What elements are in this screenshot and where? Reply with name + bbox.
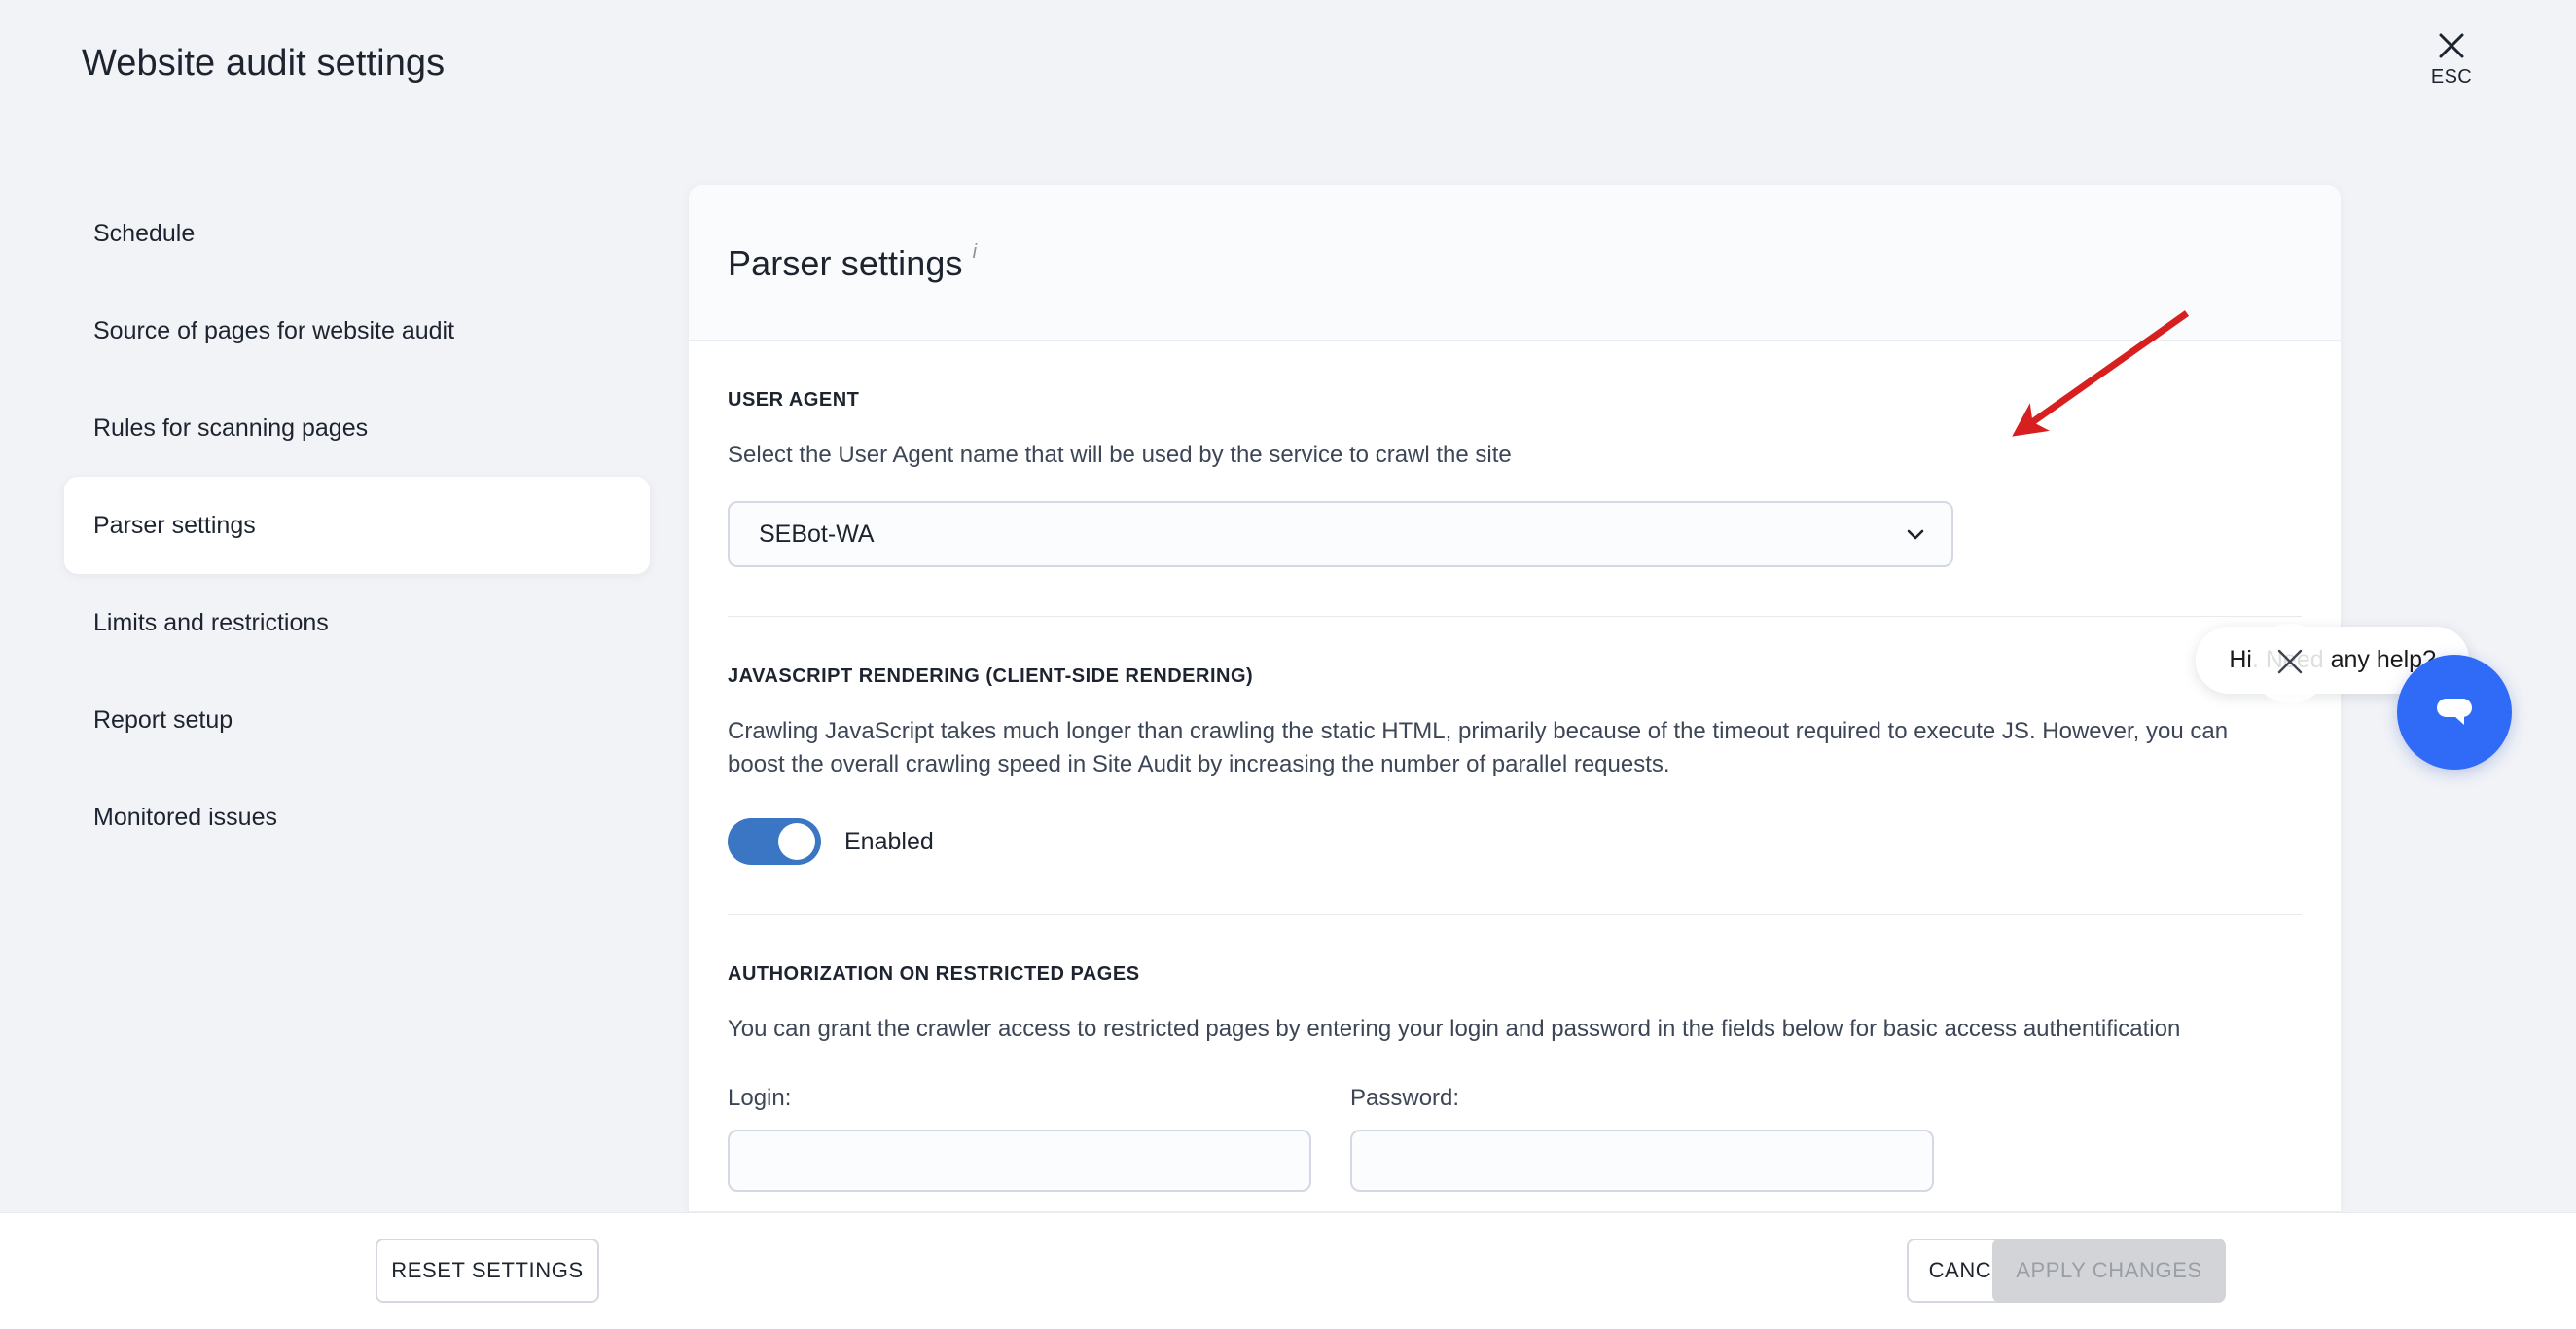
password-field-group: Password: [1350,1085,1934,1193]
section-title: JAVASCRIPT RENDERING (CLIENT-SIDE RENDER… [728,665,1254,688]
login-input[interactable] [728,1130,1311,1193]
login-label: Login: [728,1085,792,1112]
info-icon[interactable]: i [973,241,978,263]
password-label: Password: [1350,1085,1460,1112]
close-icon [2274,646,2306,682]
sidebar-item-monitored-issues[interactable]: Monitored issues [64,769,650,866]
panel-title: Parser settings i [728,240,978,283]
chat-close-button[interactable] [2250,624,2330,703]
modal-footer: RESET SETTINGS CANCEL APPLY CHANGES [0,1212,2576,1329]
js-rendering-toggle-label: Enabled [844,827,934,855]
sidebar-item-limits-and-restrictions[interactable]: Limits and restrictions [64,574,650,671]
user-agent-select[interactable]: SEBot-WA [728,501,1953,568]
login-field-group: Login: [728,1085,1311,1193]
section-authorization: AUTHORIZATION ON RESTRICTED PAGES You ca… [728,915,2302,1193]
section-description: You can grant the crawler access to rest… [728,1016,2181,1043]
close-modal-button[interactable]: ESC [2413,31,2490,89]
section-description: Select the User Agent name that will be … [728,442,1512,468]
sidebar-item-label: Parser settings [93,511,256,539]
sidebar-item-label: Report setup [93,705,233,734]
section-javascript-rendering: JAVASCRIPT RENDERING (CLIENT-SIDE RENDER… [728,617,2302,916]
section-user-agent: USER AGENT Select the User Agent name th… [728,341,2302,618]
js-rendering-toggle[interactable] [728,818,821,866]
sidebar-item-label: Schedule [93,219,196,247]
esc-label: ESC [2430,66,2473,88]
chevron-down-icon [1903,521,1928,547]
panel-body: USER AGENT Select the User Agent name th… [689,341,2341,1193]
sidebar-item-source-of-pages[interactable]: Source of pages for website audit [64,282,650,379]
settings-sidebar: Schedule Source of pages for website aud… [0,185,681,866]
section-title: USER AGENT [728,389,860,411]
apply-changes-button[interactable]: APPLY CHANGES [1992,1239,2226,1303]
credentials-row: Login: Password: [728,1085,2302,1193]
sidebar-item-parser-settings[interactable]: Parser settings [64,477,650,574]
sidebar-item-label: Source of pages for website audit [93,316,455,344]
page-title: Website audit settings [82,43,446,84]
close-icon [2437,31,2466,60]
panel-header: Parser settings i [689,185,2341,341]
password-input[interactable] [1350,1130,1934,1193]
js-rendering-toggle-row: Enabled [728,818,2302,866]
sidebar-item-label: Limits and restrictions [93,608,329,636]
sidebar-item-schedule[interactable]: Schedule [64,185,650,282]
toggle-knob [778,823,815,861]
chat-bubble-icon [2427,683,2482,742]
section-description: Crawling JavaScript takes much longer th… [728,718,2229,778]
parser-settings-panel: Parser settings i USER AGENT Select the U… [689,185,2341,1211]
sidebar-item-label: Rules for scanning pages [93,413,369,442]
reset-settings-button[interactable]: RESET SETTINGS [376,1239,599,1303]
user-agent-selected-value: SEBot-WA [759,520,875,548]
sidebar-item-report-setup[interactable]: Report setup [64,671,650,769]
sidebar-item-label: Monitored issues [93,803,277,831]
sidebar-item-rules-for-scanning-pages[interactable]: Rules for scanning pages [64,379,650,477]
chat-launcher-button[interactable] [2397,655,2512,770]
section-title: AUTHORIZATION ON RESTRICTED PAGES [728,963,1140,986]
